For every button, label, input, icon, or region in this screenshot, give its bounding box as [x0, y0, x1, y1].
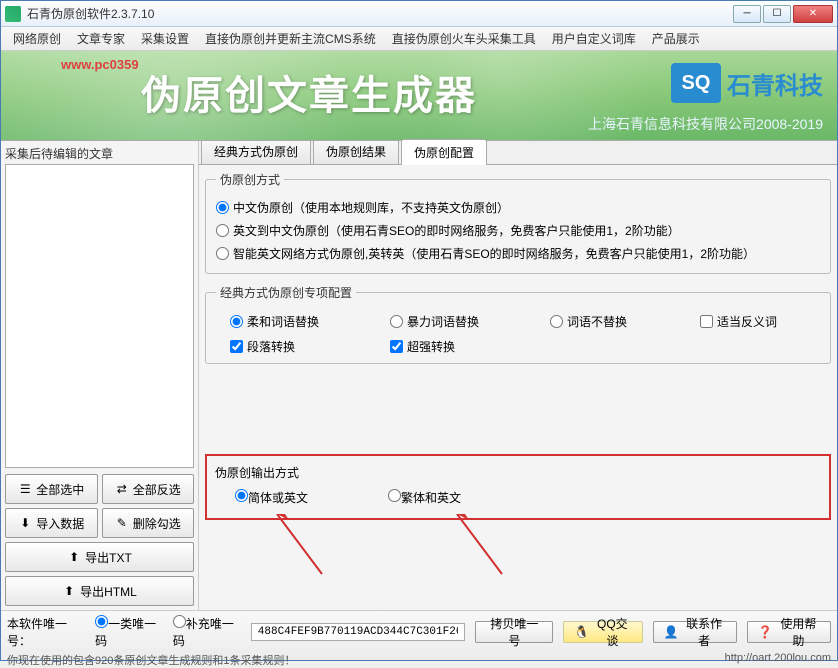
- tab-classic[interactable]: 经典方式伪原创: [201, 138, 311, 164]
- invert-selection-button[interactable]: ⇄全部反选: [102, 474, 195, 504]
- banner-subtitle: 上海石青信息科技有限公司2008-2019: [588, 114, 823, 134]
- method-radio-2[interactable]: [216, 224, 229, 237]
- menu-collect[interactable]: 采集设置: [133, 27, 197, 50]
- menu-product[interactable]: 产品展示: [644, 27, 708, 50]
- classic-group: 经典方式伪原创专项配置 柔和词语替换 暴力词语替换 词语不替换 适当反义词 段落…: [205, 284, 831, 364]
- company-name: 石青科技: [727, 66, 823, 101]
- tab-result[interactable]: 伪原创结果: [313, 138, 399, 164]
- banner-url: www.pc0359: [61, 57, 139, 72]
- output-group: 伪原创输出方式 简体或英文 繁体和英文: [215, 464, 821, 510]
- left-panel: 采集后待编辑的文章 ☰全部选中 ⇄全部反选 ⬇导入数据 ✎删除勾选 ⬆导出TXT…: [1, 141, 199, 610]
- delete-icon: ✎: [115, 516, 129, 530]
- soft-replace-radio[interactable]: [230, 315, 243, 328]
- classic-legend: 经典方式伪原创专项配置: [216, 284, 356, 301]
- menu-article[interactable]: 文章专家: [69, 27, 133, 50]
- import-button[interactable]: ⬇导入数据: [5, 508, 98, 538]
- menubar: 网络原创 文章专家 采集设置 直接伪原创并更新主流CMS系统 直接伪原创火车头采…: [1, 27, 837, 51]
- method-opt1[interactable]: 中文伪原创（使用本地规则库，不支持英文伪原创）: [216, 199, 509, 216]
- titlebar: 石青伪原创软件2.3.7.10 ─ ☐ ✕: [1, 1, 837, 27]
- opt-soft-replace[interactable]: 柔和词语替换: [230, 313, 380, 330]
- uid-radio-2[interactable]: [173, 615, 186, 628]
- export-html-button[interactable]: ⬆导出HTML: [5, 576, 194, 606]
- left-panel-label: 采集后待编辑的文章: [5, 145, 194, 162]
- export-txt-button[interactable]: ⬆导出TXT: [5, 542, 194, 572]
- violent-replace-radio[interactable]: [390, 315, 403, 328]
- article-list[interactable]: [5, 164, 194, 468]
- user-icon: 👤: [664, 625, 679, 639]
- output-legend: 伪原创输出方式: [215, 464, 821, 481]
- output-opt1[interactable]: 简体或英文: [235, 489, 308, 506]
- opt-para-swap[interactable]: 段落转换: [230, 338, 380, 355]
- opt-super-swap[interactable]: 超强转换: [390, 338, 540, 355]
- footer-url: http://oart.200lou.com: [725, 652, 831, 668]
- method-opt2[interactable]: 英文到中文伪原创（使用石青SEO的即时网络服务，免费客户只能使用1，2阶功能）: [216, 222, 680, 239]
- uid-label: 本软件唯一号：: [7, 615, 85, 649]
- super-swap-check[interactable]: [390, 340, 403, 353]
- output-radio-2[interactable]: [388, 489, 401, 502]
- method-opt3[interactable]: 智能英文网络方式伪原创,英转英（使用石青SEO的即时网络服务，免费客户只能使用1…: [216, 245, 755, 262]
- export-icon: ⬆: [62, 584, 76, 598]
- status-text: 你现在使用的包含920条原创文章生成规则和1条采集规则！: [7, 652, 295, 668]
- annotation-arrow-2: [447, 514, 517, 584]
- output-radio-1[interactable]: [235, 489, 248, 502]
- output-opt2[interactable]: 繁体和英文: [388, 489, 461, 506]
- export-icon: ⬆: [67, 550, 81, 564]
- right-panel: 经典方式伪原创 伪原创结果 伪原创配置 伪原创方式 中文伪原创（使用本地规则库，…: [199, 141, 837, 610]
- app-icon: [5, 6, 21, 22]
- maximize-button[interactable]: ☐: [763, 5, 791, 23]
- invert-icon: ⇄: [115, 482, 129, 496]
- uid-opt1[interactable]: 一类唯一码: [95, 615, 163, 649]
- qq-icon: 🐧: [574, 625, 589, 639]
- annotation-arrow-1: [267, 514, 337, 584]
- method-radio-1[interactable]: [216, 201, 229, 214]
- window-title: 石青伪原创软件2.3.7.10: [27, 5, 733, 22]
- menu-dict[interactable]: 用户自定义词库: [544, 27, 644, 50]
- banner: www.pc0359 伪原创文章生成器 SQ 石青科技 上海石青信息科技有限公司…: [1, 51, 837, 141]
- opt-violent-replace[interactable]: 暴力词语替换: [390, 313, 540, 330]
- para-swap-check[interactable]: [230, 340, 243, 353]
- footer: 本软件唯一号： 一类唯一码 补充唯一码 拷贝唯一号 🐧QQ交谈 👤联系作者 ❓使…: [1, 610, 837, 660]
- banner-title: 伪原创文章生成器: [141, 63, 477, 121]
- main-window: 石青伪原创软件2.3.7.10 ─ ☐ ✕ 网络原创 文章专家 采集设置 直接伪…: [0, 0, 838, 661]
- no-replace-radio[interactable]: [550, 315, 563, 328]
- help-icon: ❓: [758, 625, 773, 639]
- tab-config[interactable]: 伪原创配置: [401, 139, 487, 165]
- contact-button[interactable]: 👤联系作者: [653, 621, 737, 643]
- opt-antonym[interactable]: 适当反义词: [700, 313, 820, 330]
- banner-logo: SQ 石青科技: [671, 63, 823, 103]
- sq-logo: SQ: [671, 63, 721, 103]
- method-legend: 伪原创方式: [216, 171, 284, 188]
- close-button[interactable]: ✕: [793, 5, 833, 23]
- uid-radio-1[interactable]: [95, 615, 108, 628]
- copy-uid-button[interactable]: 拷贝唯一号: [475, 621, 553, 643]
- main-area: 采集后待编辑的文章 ☰全部选中 ⇄全部反选 ⬇导入数据 ✎删除勾选 ⬆导出TXT…: [1, 141, 837, 610]
- antonym-check[interactable]: [700, 315, 713, 328]
- delete-button[interactable]: ✎删除勾选: [102, 508, 195, 538]
- select-all-icon: ☰: [18, 482, 32, 496]
- opt-no-replace[interactable]: 词语不替换: [550, 313, 690, 330]
- import-icon: ⬇: [18, 516, 32, 530]
- tabs: 经典方式伪原创 伪原创结果 伪原创配置: [199, 141, 837, 165]
- window-controls: ─ ☐ ✕: [733, 5, 833, 23]
- uid-opt2[interactable]: 补充唯一码: [173, 615, 241, 649]
- code-input[interactable]: [251, 623, 466, 641]
- menu-web[interactable]: 网络原创: [5, 27, 69, 50]
- method-group: 伪原创方式 中文伪原创（使用本地规则库，不支持英文伪原创） 英文到中文伪原创（使…: [205, 171, 831, 274]
- minimize-button[interactable]: ─: [733, 5, 761, 23]
- method-radio-3[interactable]: [216, 247, 229, 260]
- highlight-box: 伪原创输出方式 简体或英文 繁体和英文: [205, 454, 831, 520]
- menu-train[interactable]: 直接伪原创火车头采集工具: [384, 27, 544, 50]
- help-button[interactable]: ❓使用帮助: [747, 621, 831, 643]
- qq-button[interactable]: 🐧QQ交谈: [563, 621, 642, 643]
- menu-cms[interactable]: 直接伪原创并更新主流CMS系统: [197, 27, 384, 50]
- tab-content: 伪原创方式 中文伪原创（使用本地规则库，不支持英文伪原创） 英文到中文伪原创（使…: [199, 165, 837, 610]
- select-all-button[interactable]: ☰全部选中: [5, 474, 98, 504]
